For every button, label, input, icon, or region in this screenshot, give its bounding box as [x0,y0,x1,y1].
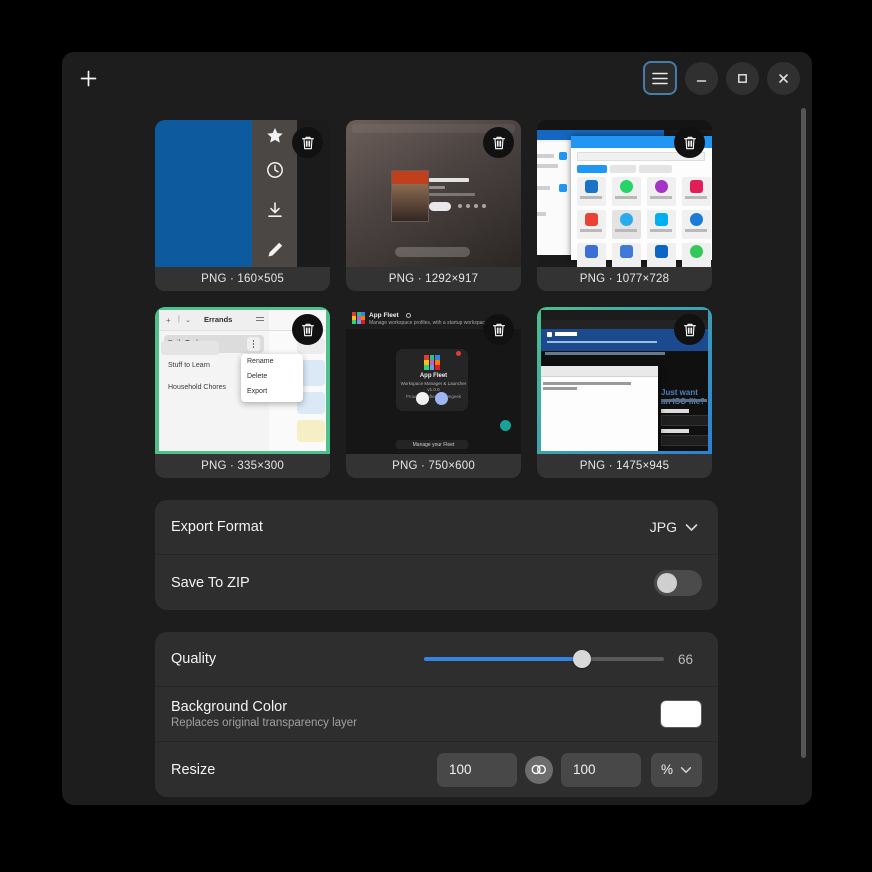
download-icon [268,202,282,217]
app-fleet-card-credit: Proudly Crafted by wmgeek [405,394,462,399]
trash-icon [683,136,696,149]
delete-thumbnail-button[interactable] [292,127,323,158]
delete-thumbnail-button[interactable] [674,314,705,345]
minimize-button[interactable] [685,61,718,95]
thumbnail-preview: Just want an ISO file? [537,307,712,454]
fedora-headline: Just want an ISO file? [661,388,705,406]
export-format-label: Export Format [171,519,263,535]
errands-menu-item: Delete [247,373,268,380]
toggle-knob [657,572,677,593]
thumbnail-preview [346,120,521,267]
trash-icon [683,323,696,336]
resize-unit-value: % [660,762,673,777]
thumbnail-card[interactable]: App Fleet Manage workspace profiles, wit… [346,307,521,478]
slider-handle[interactable] [573,650,592,668]
chevron-down-icon [685,523,698,531]
app-fleet-card-version: v1.0.0 [427,387,440,392]
quality-label: Quality [171,651,217,667]
export-format-row: Export Format JPG [155,500,718,555]
minimize-icon [696,79,707,82]
trash-icon [301,136,314,149]
quality-row: Quality 66 [155,632,718,687]
window-controls [643,61,800,95]
trash-icon [301,323,314,336]
errands-menu-item: Export [247,388,268,395]
export-format-dropdown[interactable]: JPG [642,515,702,539]
delete-thumbnail-button[interactable] [292,314,323,345]
thumbnail-caption: PNG · 750×600 [346,454,521,478]
errands-list-item: Stuff to Learn [168,362,210,369]
clock-icon [267,162,283,178]
app-fleet-card-title: App Fleet [419,373,448,379]
background-color-row: Background Color Replaces original trans… [155,687,718,742]
thumbnail-card[interactable]: Just want an ISO file? [537,307,712,478]
image-settings-group: Quality 66 Background Color Replaces ori… [155,632,718,797]
errands-title: Errands [204,315,233,324]
resize-unit-dropdown[interactable]: % [650,752,702,787]
hamburger-icon [652,72,668,84]
star-icon [267,128,283,143]
header-bar [62,52,812,104]
thumbnail-preview: App Fleet Manage workspace profiles, wit… [346,307,521,454]
vertical-scrollbar[interactable] [801,108,806,758]
delete-thumbnail-button[interactable] [483,314,514,345]
thumbnail-caption: PNG · 1077×728 [537,267,712,291]
thumbnail-preview [537,120,712,267]
resize-label: Resize [171,761,216,778]
add-images-button[interactable] [72,62,104,94]
scroll-area: PNG · 160×505 PNG · 1292×917 PNG · 1077×… [62,104,812,805]
thumbnail-card[interactable]: PNG · 1292×917 [346,120,521,291]
close-icon [779,73,788,83]
thumbnail-caption: PNG · 335×300 [155,454,330,478]
app-fleet-footer: Manage your Fleet [412,442,455,448]
save-to-zip-toggle[interactable] [654,569,702,596]
trash-icon [492,136,505,149]
errands-menu-item: Rename [247,358,274,365]
save-to-zip-label: Save To ZIP [171,574,250,591]
background-color-swatch[interactable] [660,700,702,728]
thumbnail-card[interactable]: + | ⌄ Errands Daily Tasks Stuff to Learn… [155,307,330,478]
main-menu-button[interactable] [643,61,677,95]
image-thumbnail-grid: PNG · 160×505 PNG · 1292×917 PNG · 1077×… [62,104,812,478]
thumbnail-card[interactable]: PNG · 1077×728 [537,120,712,291]
resize-aspect-lock-button[interactable] [524,755,553,784]
thumbnail-card[interactable]: PNG · 160×505 [155,120,330,291]
link-chain-icon [531,764,546,775]
thumbnail-caption: PNG · 160×505 [155,267,330,291]
export-settings-group: Export Format JPG Save To ZIP [155,500,718,610]
slider-fill [424,657,583,661]
plus-icon [80,70,96,86]
chevron-down-icon [680,766,692,773]
trash-icon [492,323,505,336]
thumbnail-caption: PNG · 1475×945 [537,454,712,478]
errands-list-item: Household Chores [168,384,226,391]
export-format-value: JPG [649,519,677,535]
content: PNG · 160×505 PNG · 1292×917 PNG · 1077×… [62,104,812,797]
thumbnail-preview: + | ⌄ Errands Daily Tasks Stuff to Learn… [155,307,330,454]
pencil-icon [268,242,283,257]
maximize-button[interactable] [726,61,759,95]
close-button[interactable] [767,61,800,95]
app-window: PNG · 160×505 PNG · 1292×917 PNG · 1077×… [62,52,812,805]
resize-height-input[interactable] [560,752,641,787]
quality-value: 66 [678,651,694,667]
background-color-label: Background Color [171,699,288,715]
thumbnail-preview [155,120,330,267]
delete-thumbnail-button[interactable] [674,127,705,158]
thumbnail-caption: PNG · 1292×917 [346,267,521,291]
save-to-zip-row: Save To ZIP [155,555,718,610]
background-color-description: Replaces original transparency layer [171,717,358,729]
resize-row: Resize % [155,742,718,797]
quality-slider[interactable] [424,650,664,668]
maximize-icon [738,73,747,83]
delete-thumbnail-button[interactable] [483,127,514,158]
app-fleet-card-subtitle: Workspace Manager & Launcher [400,381,467,386]
app-fleet-header-title: App Fleet [369,312,399,319]
resize-width-input[interactable] [436,752,517,787]
